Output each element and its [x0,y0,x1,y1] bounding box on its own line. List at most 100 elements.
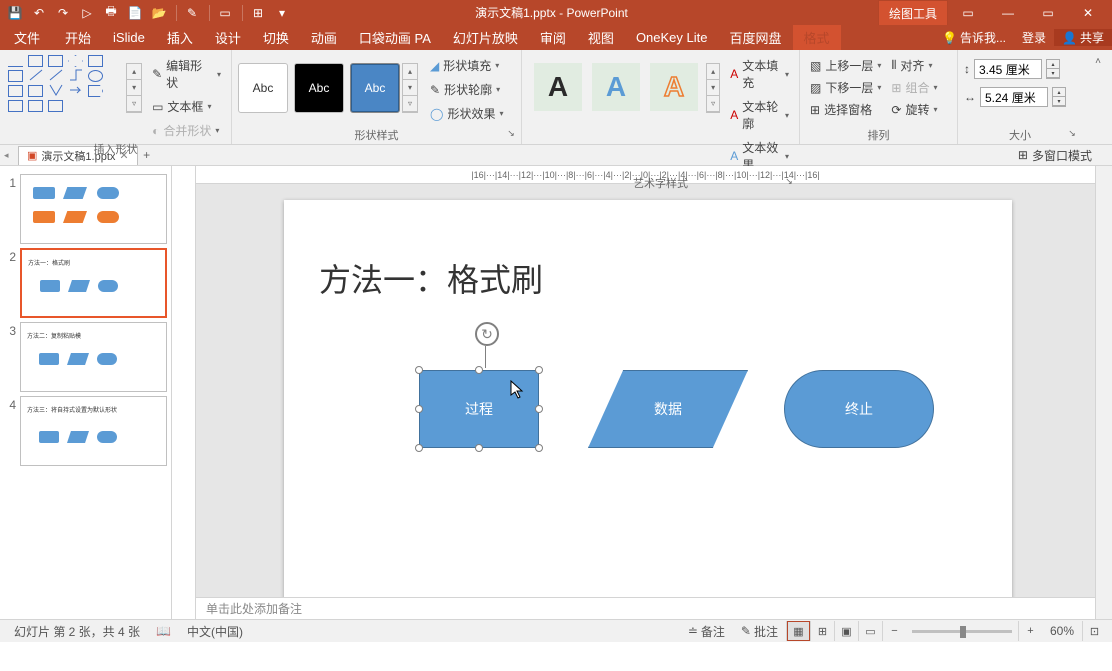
notes-toggle[interactable]: ≐ 备注 [680,623,733,640]
insert-shape-qat-button[interactable]: ▭ [214,2,236,24]
multiwindow-toggle[interactable]: 多窗口模式 [1032,147,1092,164]
zoom-slider[interactable] [912,630,1012,633]
resize-handle[interactable] [475,366,483,374]
height-input[interactable] [974,59,1042,79]
shape-outline-button[interactable]: ✎形状轮廓▾ [426,79,507,100]
fit-window-button[interactable]: ⊡ [1082,621,1106,641]
resize-handle[interactable] [475,444,483,452]
spellcheck-button[interactable]: 📖 [148,624,179,638]
selection-pane-button[interactable]: ⊞选择窗格 [806,99,885,120]
textbox-button[interactable]: ▭文本框▾ [148,96,225,117]
open-button[interactable]: 📂 [148,2,170,24]
wordart-gallery[interactable]: A A A [528,53,704,175]
slideshow-view-button[interactable]: ▭ [858,621,882,641]
width-spinner[interactable]: ▴▾ [1052,87,1066,107]
text-fill-button[interactable]: A文本填充▾ [726,55,793,93]
thumbnail-3[interactable]: 3 方法二：复制粘贴模 [0,320,171,394]
customize-qat-button[interactable]: ▾ [271,2,293,24]
height-field[interactable]: ↕ ▴▾ [964,59,1076,79]
thumbnail-2[interactable]: 2 方法一：格式刷 [0,246,171,320]
shape-style-more[interactable]: ▴▾▿ [402,63,418,113]
maximize-button[interactable]: ▭ [1028,0,1068,25]
redo-button[interactable]: ↷ [52,2,74,24]
wordart-preset-3[interactable]: A [650,63,698,111]
flowchart-terminator-shape[interactable]: 终止 [784,370,934,448]
style-preset-3[interactable]: Abc [350,63,400,113]
tab-file[interactable]: 文件 [0,25,54,50]
tab-review[interactable]: 审阅 [529,25,577,50]
style-preset-1[interactable]: Abc [238,63,288,113]
undo-button[interactable]: ↶ [28,2,50,24]
tab-insert[interactable]: 插入 [156,25,204,50]
sorter-view-button[interactable]: ⊞ [810,621,834,641]
wordart-preset-2[interactable]: A [592,63,640,111]
minimize-button[interactable]: — [988,0,1028,25]
shape-fill-button[interactable]: ◢形状填充▾ [426,55,507,76]
normal-view-button[interactable]: ▦ [786,621,810,641]
resize-handle[interactable] [415,444,423,452]
comments-toggle[interactable]: ✎ 批注 [733,623,786,640]
slide-thumbnails[interactable]: 1 2 方法一：格式刷 3 方法二：复制粘贴模 4 方法三：将自持式设置为默认形… [0,166,172,619]
width-input[interactable] [980,87,1048,107]
text-outline-button[interactable]: A文本轮廓▾ [726,96,793,134]
height-spinner[interactable]: ▴▾ [1046,59,1060,79]
layout-qat-button[interactable]: ⊞ [247,2,269,24]
share-button[interactable]: 👤共享 [1054,29,1112,46]
thumbnail-1[interactable]: 1 [0,172,171,246]
tab-home[interactable]: 开始 [54,25,102,50]
zoom-slider-handle[interactable] [960,626,966,638]
zoom-out-button[interactable]: − [882,621,906,641]
resize-handle[interactable] [535,405,543,413]
resize-handle[interactable] [535,444,543,452]
tab-slideshow[interactable]: 幻灯片放映 [442,25,529,50]
tab-transitions[interactable]: 切换 [252,25,300,50]
thumbnail-4[interactable]: 4 方法三：将自持式设置为默认形状 [0,394,171,468]
resize-handle[interactable] [535,366,543,374]
collapse-ribbon-button[interactable]: ˄ [1088,52,1108,70]
resize-handle[interactable] [415,405,423,413]
reading-view-button[interactable]: ▣ [834,621,858,641]
tab-animations[interactable]: 动画 [300,25,348,50]
tab-design[interactable]: 设计 [204,25,252,50]
edit-shape-button[interactable]: ✎编辑形状▾ [148,55,225,93]
language-button[interactable]: 中文(中国) [179,623,251,640]
new-button[interactable]: 📄 [124,2,146,24]
tell-me[interactable]: 💡告诉我... [934,29,1014,46]
flowchart-data-shape[interactable]: 数据 [588,370,748,448]
align-button[interactable]: ⫴对齐▾ [887,55,941,76]
send-backward-button[interactable]: ▨下移一层▾ [806,77,885,98]
rotate-handle[interactable] [475,322,499,346]
zoom-level[interactable]: 60% [1042,624,1082,638]
start-slideshow-button[interactable]: ▷ [76,2,98,24]
shapes-gallery[interactable] [6,53,124,141]
format-painter-button[interactable]: ✎ [181,2,203,24]
slide[interactable]: 方法一：格式刷 过程 数据 终止 [284,200,1012,597]
notes-pane[interactable]: 单击此处添加备注 [196,597,1095,619]
resize-handle[interactable] [415,366,423,374]
tab-view[interactable]: 视图 [577,25,625,50]
save-button[interactable]: 💾 [4,2,26,24]
wordart-preset-1[interactable]: A [534,63,582,111]
dialog-launcher[interactable]: ↘ [505,128,517,140]
shape-style-gallery[interactable]: Abc Abc Abc [238,53,400,127]
shape-effects-button[interactable]: ◯形状效果▾ [426,103,507,124]
print-button[interactable]: 🖶 [100,2,122,24]
tab-format[interactable]: 格式 [793,25,841,50]
close-button[interactable]: ✕ [1068,0,1108,25]
tab-pocket-anim[interactable]: 口袋动画 PA [348,25,442,50]
rotate-button[interactable]: ⟳旋转▾ [887,99,941,120]
tab-onekey[interactable]: OneKey Lite [625,25,719,50]
bring-forward-button[interactable]: ▧上移一层▾ [806,55,885,76]
style-preset-2[interactable]: Abc [294,63,344,113]
dialog-launcher[interactable]: ↘ [1066,128,1078,140]
slide-counter[interactable]: 幻灯片 第 2 张，共 4 张 [6,623,148,640]
width-field[interactable]: ↔ ▴▾ [964,87,1076,107]
slide-canvas[interactable]: 方法一：格式刷 过程 数据 终止 [196,184,1095,597]
tab-baidu[interactable]: 百度网盘 [718,25,792,50]
shapes-gallery-more[interactable]: ▴▾▿ [126,63,142,113]
vertical-scrollbar[interactable] [1095,166,1112,619]
login-button[interactable]: 登录 [1014,29,1054,46]
slide-title[interactable]: 方法一：格式刷 [319,255,543,301]
zoom-in-button[interactable]: + [1018,621,1042,641]
tab-islide[interactable]: iSlide [102,25,156,50]
